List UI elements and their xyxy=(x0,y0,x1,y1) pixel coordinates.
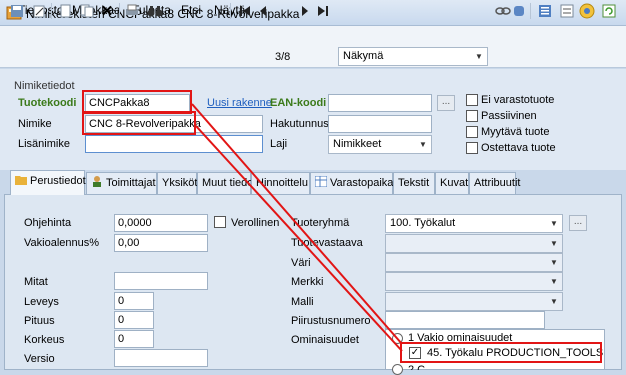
tab-basic-info[interactable]: Perustiedot xyxy=(10,170,86,195)
highlight-connector-lines xyxy=(191,103,403,352)
folder-icon xyxy=(15,172,27,185)
